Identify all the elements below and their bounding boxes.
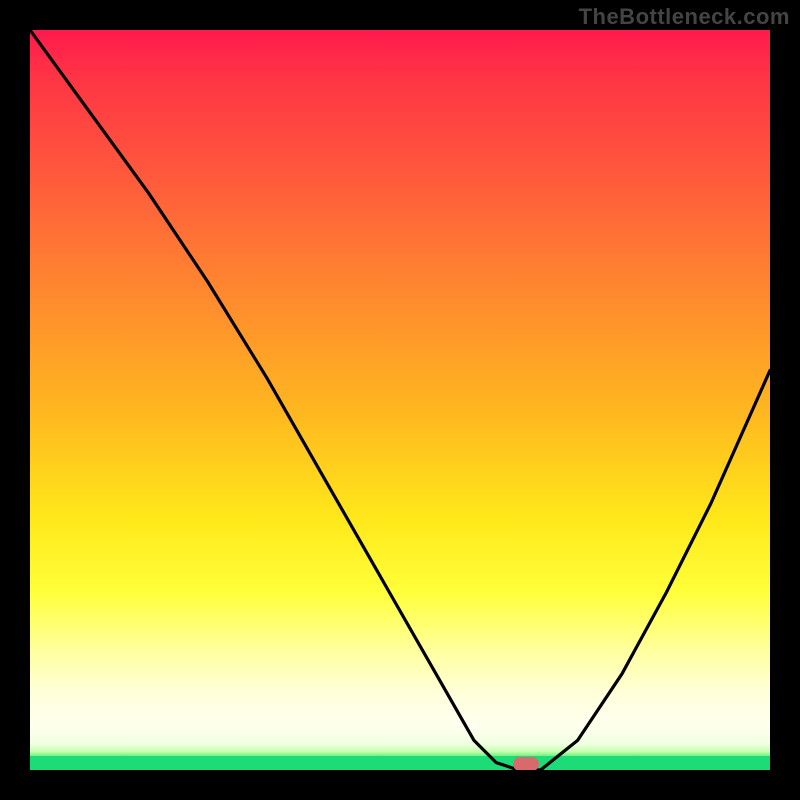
chart-frame: TheBottleneck.com [0, 0, 800, 800]
watermark-text: TheBottleneck.com [579, 4, 790, 30]
optimal-point-marker [513, 757, 539, 770]
bottleneck-curve [30, 30, 770, 770]
plot-area [30, 30, 770, 770]
